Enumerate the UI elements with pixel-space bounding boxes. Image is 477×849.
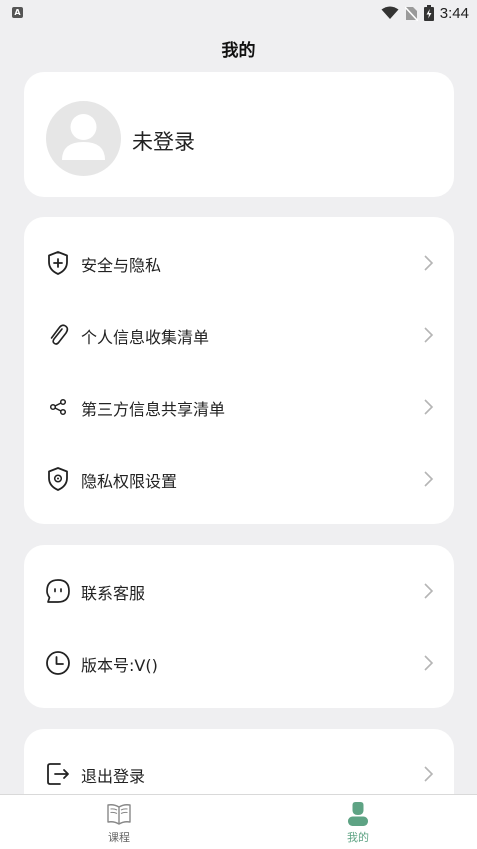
menu-item-contact-support[interactable]: 联系客服 xyxy=(24,566,454,616)
chevron-right-icon xyxy=(424,399,434,415)
shield-gear-icon xyxy=(48,467,68,491)
support-menu-card: 联系客服 版本号:V() xyxy=(24,545,454,708)
battery-charging-icon xyxy=(423,5,434,21)
logout-icon xyxy=(47,763,69,785)
chevron-right-icon xyxy=(424,583,434,599)
status-icons: 3:44 xyxy=(381,4,469,22)
chevron-right-icon xyxy=(424,327,434,343)
chevron-right-icon xyxy=(424,255,434,271)
tab-mine[interactable]: 我的 xyxy=(298,795,418,849)
login-status-label[interactable]: 未登录 xyxy=(132,126,195,156)
shield-plus-icon xyxy=(48,251,68,275)
menu-item-label: 安全与隐私 xyxy=(81,256,162,275)
menu-item-label: 版本号:V() xyxy=(81,656,158,675)
share-icon xyxy=(49,398,67,416)
chat-bubble-icon xyxy=(46,579,70,603)
menu-item-logout[interactable]: 退出登录 xyxy=(24,749,454,799)
menu-item-privacy-permissions[interactable]: 隐私权限设置 xyxy=(24,454,454,504)
menu-item-label: 个人信息收集清单 xyxy=(81,328,210,347)
person-icon xyxy=(348,802,368,826)
menu-item-third-party-sharing[interactable]: 第三方信息共享清单 xyxy=(24,382,454,432)
menu-item-security-privacy[interactable]: 安全与隐私 xyxy=(24,238,454,288)
default-avatar-icon xyxy=(62,114,105,160)
profile-card[interactable]: 未登录 xyxy=(24,72,454,197)
menu-item-version[interactable]: 版本号:V() xyxy=(24,638,454,688)
menu-item-personal-info-list[interactable]: 个人信息收集清单 xyxy=(24,310,454,360)
privacy-menu-card: 安全与隐私 个人信息收集清单 第三方信息共享清单 隐私权限设置 xyxy=(24,217,454,524)
menu-item-label: 联系客服 xyxy=(81,584,146,603)
chevron-right-icon xyxy=(424,766,434,782)
tab-label: 课程 xyxy=(108,831,130,844)
menu-item-label: 退出登录 xyxy=(81,767,146,786)
paperclip-icon xyxy=(50,324,69,345)
bottom-tab-bar: 课程 我的 xyxy=(0,794,477,849)
status-time: 3:44 xyxy=(439,4,469,22)
menu-item-label: 第三方信息共享清单 xyxy=(81,400,226,419)
status-bar: A 3:44 xyxy=(0,0,477,26)
page-title: 我的 xyxy=(221,41,256,61)
notification-app-icon: A xyxy=(12,7,23,18)
chevron-right-icon xyxy=(424,655,434,671)
no-sim-icon xyxy=(404,5,418,21)
menu-item-label: 隐私权限设置 xyxy=(81,472,178,491)
wifi-icon xyxy=(381,6,399,19)
chevron-right-icon xyxy=(424,471,434,487)
tab-label: 我的 xyxy=(347,831,369,844)
avatar[interactable] xyxy=(46,101,121,176)
tab-courses[interactable]: 课程 xyxy=(59,795,179,849)
clock-icon xyxy=(46,651,70,675)
book-icon xyxy=(107,804,131,825)
